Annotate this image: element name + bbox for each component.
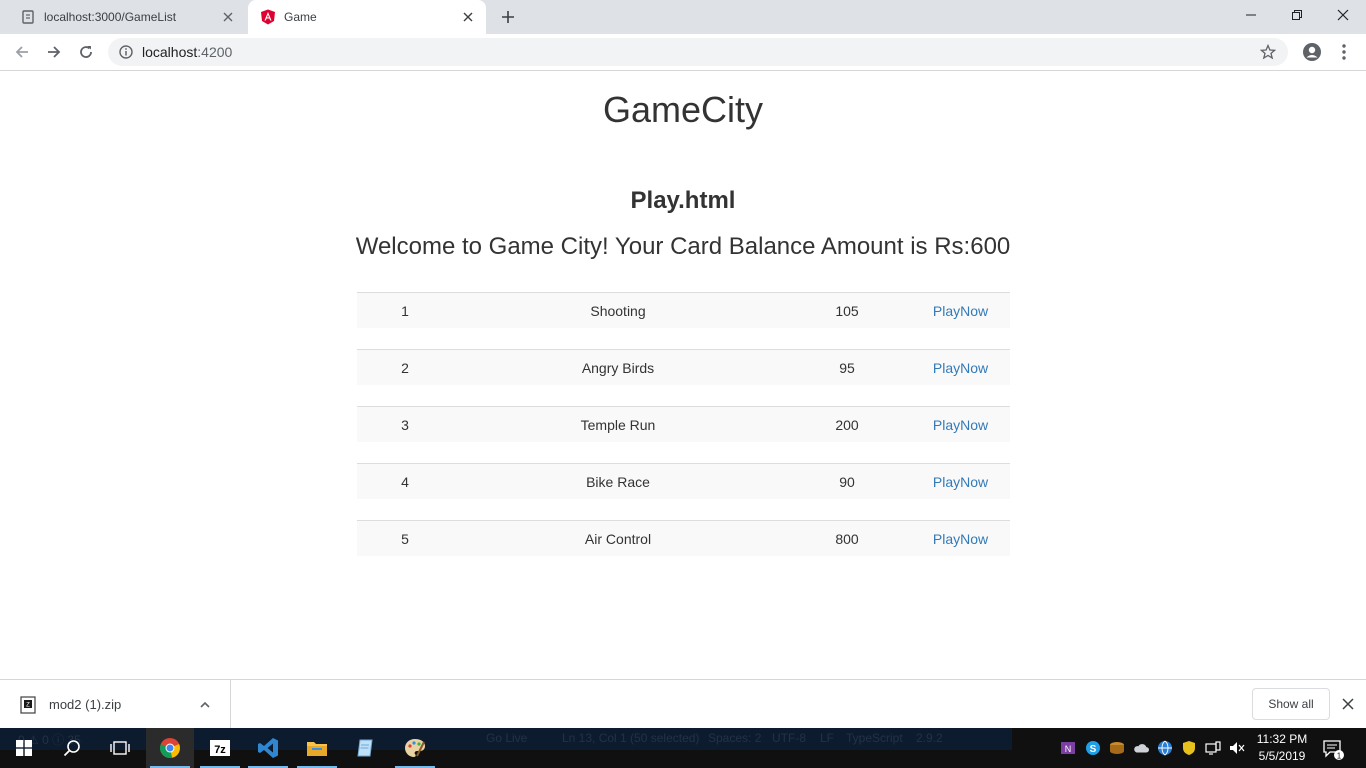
minimize-button[interactable] xyxy=(1228,0,1274,30)
notification-count: 1 xyxy=(1337,752,1342,761)
security-shield-icon[interactable] xyxy=(1181,740,1197,756)
close-window-button[interactable] xyxy=(1320,0,1366,30)
close-icon[interactable] xyxy=(460,9,476,25)
game-name: Angry Birds xyxy=(581,359,655,376)
page-icon xyxy=(20,9,36,25)
table-row: 5 Air Control 800 PlayNow xyxy=(357,520,1010,556)
svg-text:Z: Z xyxy=(26,702,30,708)
download-item[interactable]: Z mod2 (1).zip xyxy=(0,680,231,729)
url-port: :4200 xyxy=(197,44,233,60)
address-bar[interactable]: localhost:4200 xyxy=(108,38,1288,66)
page-content: GameCity Play.html Welcome to Game City!… xyxy=(0,71,1366,679)
task-view-icon[interactable] xyxy=(96,728,144,768)
game-name: Air Control xyxy=(584,530,652,547)
close-icon[interactable] xyxy=(220,9,236,25)
restore-button[interactable] xyxy=(1274,0,1320,30)
svg-text:N: N xyxy=(1065,744,1072,754)
info-icon[interactable] xyxy=(118,44,134,60)
game-price: 105 xyxy=(835,302,859,319)
downloads-bar: Z mod2 (1).zip Show all xyxy=(0,679,1366,729)
welcome-message: Welcome to Game City! Your Card Balance … xyxy=(355,233,1011,260)
clock-time: 11:32 PM xyxy=(1256,732,1308,746)
show-all-button[interactable]: Show all xyxy=(1252,688,1330,720)
play-now-link[interactable]: PlayNow xyxy=(911,474,1010,490)
play-now-link[interactable]: PlayNow xyxy=(911,531,1010,547)
storage-tray-icon[interactable] xyxy=(1109,740,1125,756)
table-row: 1 Shooting 105 PlayNow xyxy=(357,292,1010,328)
ghost-language: TypeScript xyxy=(846,731,903,745)
game-id: 2 xyxy=(401,359,409,376)
page-title: GameCity xyxy=(602,89,764,130)
ghost-cursor: Ln 13, Col 1 (50 selected) xyxy=(562,731,700,745)
onedrive-icon[interactable] xyxy=(1133,740,1149,756)
7zip-icon[interactable]: 7z xyxy=(196,728,244,768)
game-id: 4 xyxy=(401,473,409,490)
search-icon[interactable] xyxy=(48,728,96,768)
games-table: 1 Shooting 105 PlayNow 2 Angry Birds 95 … xyxy=(357,292,1010,577)
browser-toolbar: localhost:4200 xyxy=(0,34,1366,71)
game-price: 200 xyxy=(835,416,859,433)
url-host: localhost xyxy=(142,44,198,60)
tab-title: Game xyxy=(284,10,317,24)
ghost-go-live: Go Live xyxy=(486,731,528,745)
page-subtitle: Play.html xyxy=(630,187,736,214)
reload-button[interactable] xyxy=(76,42,96,62)
back-button[interactable] xyxy=(12,42,32,62)
game-name: Bike Race xyxy=(586,473,650,490)
notepad-icon[interactable] xyxy=(342,728,390,768)
menu-icon[interactable] xyxy=(1334,42,1354,62)
download-file-name: mod2 (1).zip xyxy=(49,697,122,712)
start-button[interactable] xyxy=(0,728,48,768)
ghost-spaces: Spaces: 2 xyxy=(708,731,762,745)
clock-date: 5/5/2019 xyxy=(1258,749,1306,763)
tab-game[interactable]: Game xyxy=(248,0,486,34)
game-id: 3 xyxy=(401,416,409,433)
skype-icon[interactable]: S xyxy=(1085,740,1101,756)
forward-button[interactable] xyxy=(44,42,64,62)
chrome-icon[interactable] xyxy=(146,728,194,768)
browser-tab-strip: localhost:3000/GameList Game xyxy=(0,0,1366,34)
onenote-tray-icon[interactable]: N xyxy=(1060,740,1076,756)
network-globe-icon[interactable] xyxy=(1157,740,1173,756)
tab-gamelist[interactable]: localhost:3000/GameList xyxy=(8,0,246,34)
profile-icon[interactable] xyxy=(1302,42,1322,62)
bookmark-star-icon[interactable] xyxy=(1259,43,1277,60)
game-price: 90 xyxy=(839,473,855,490)
game-name: Shooting xyxy=(590,302,646,319)
paint-icon[interactable] xyxy=(391,728,439,768)
tab-title: localhost:3000/GameList xyxy=(44,10,177,24)
taskbar: 0 ⚠ 0 ⓘ 35 Go Live Ln 13, Col 1 (50 sele… xyxy=(0,728,1366,768)
notification-center-icon[interactable]: 1 xyxy=(1322,738,1344,761)
table-row: 4 Bike Race 90 PlayNow xyxy=(357,463,1010,499)
game-name: Temple Run xyxy=(580,416,656,433)
file-explorer-icon[interactable] xyxy=(293,728,341,768)
ghost-version: 2.9.2 xyxy=(916,731,943,745)
game-id: 5 xyxy=(401,530,409,547)
zip-file-icon: Z xyxy=(20,695,36,714)
play-now-link[interactable]: PlayNow xyxy=(911,303,1010,319)
play-now-link[interactable]: PlayNow xyxy=(911,360,1010,376)
game-price: 800 xyxy=(835,530,859,547)
new-tab-button[interactable] xyxy=(499,8,517,26)
play-now-link[interactable]: PlayNow xyxy=(911,417,1010,433)
game-price: 95 xyxy=(839,359,855,376)
system-clock[interactable]: 11:32 PM 5/5/2019 xyxy=(1252,731,1312,765)
url-text: localhost:4200 xyxy=(142,44,232,60)
volume-muted-icon[interactable] xyxy=(1229,740,1245,756)
vscode-icon[interactable] xyxy=(244,728,292,768)
ghost-encoding: UTF-8 xyxy=(772,731,806,745)
ghost-eol: LF xyxy=(820,731,835,745)
svg-text:7z: 7z xyxy=(214,744,226,756)
table-row: 3 Temple Run 200 PlayNow xyxy=(357,406,1010,442)
chevron-up-icon[interactable] xyxy=(198,698,212,712)
svg-text:S: S xyxy=(1090,744,1097,755)
angular-icon xyxy=(260,9,276,25)
wifi-network-icon[interactable] xyxy=(1205,740,1221,756)
table-row: 2 Angry Birds 95 PlayNow xyxy=(357,349,1010,385)
game-id: 1 xyxy=(401,302,409,319)
close-icon[interactable] xyxy=(1340,696,1356,712)
